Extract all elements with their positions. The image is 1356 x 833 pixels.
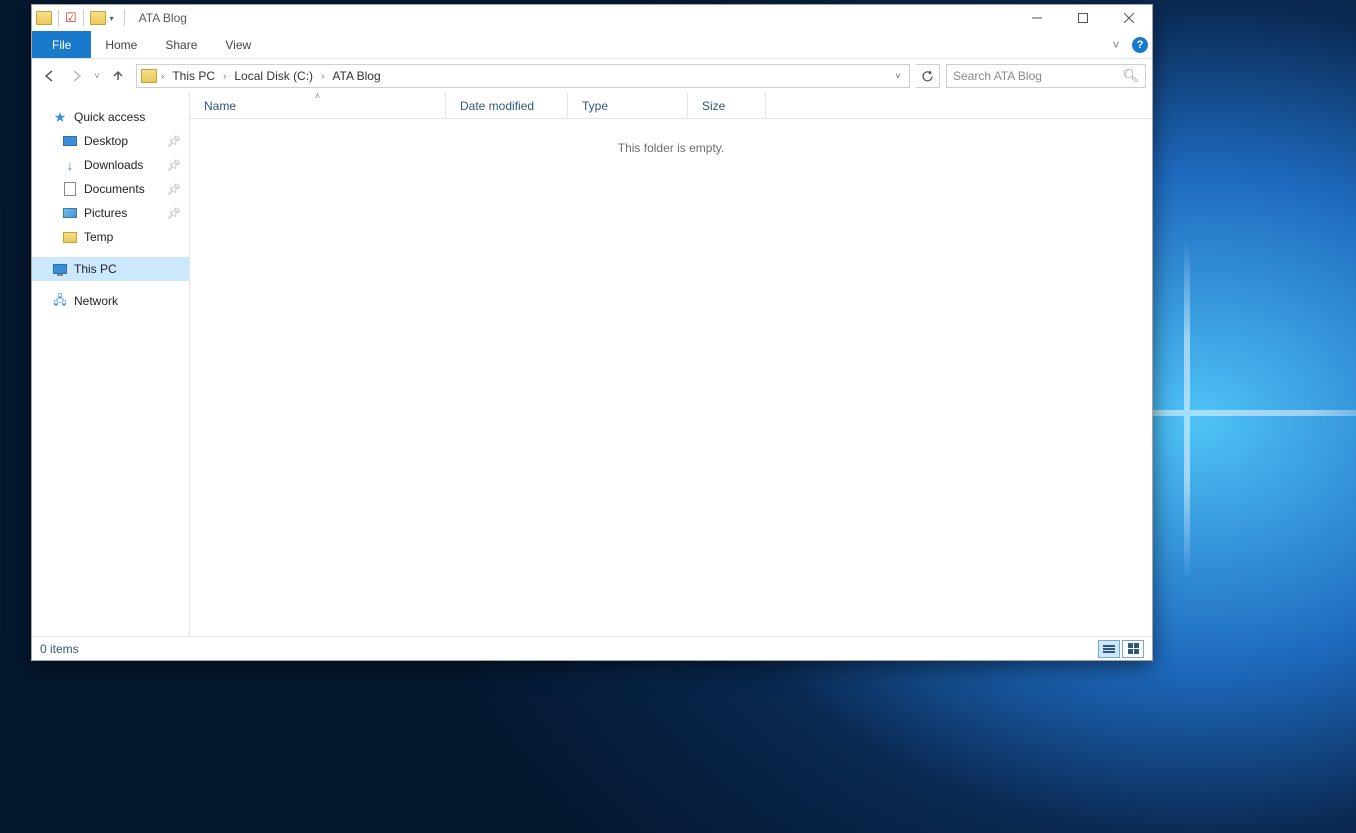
breadcrumb-this-pc[interactable]: This PC: [166, 65, 221, 87]
this-pc-icon: [52, 261, 68, 277]
desktop-icon: [62, 133, 78, 149]
column-label: Size: [702, 99, 725, 113]
view-thumbnails-button[interactable]: [1122, 640, 1144, 658]
separator: [124, 10, 125, 26]
file-explorer-window: ☑ ▾ ATA Blog File Home Share View ˅ ? ˅ …: [31, 4, 1153, 661]
folder-icon: [62, 229, 78, 245]
qat-dropdown-icon[interactable]: ▾: [110, 14, 114, 23]
status-bar: 0 items: [32, 636, 1152, 660]
ribbon-tab-home[interactable]: Home: [91, 31, 151, 58]
column-headers: Name ˄ Date modified Type Size: [190, 93, 1152, 119]
documents-icon: [62, 181, 78, 197]
window-title: ATA Blog: [139, 11, 187, 25]
column-label: Date modified: [460, 99, 534, 113]
nav-item-documents[interactable]: Documents 📌︎: [32, 177, 189, 201]
ribbon-tab-share[interactable]: Share: [151, 31, 211, 58]
maximize-button[interactable]: [1060, 5, 1106, 31]
content-area[interactable]: Name ˄ Date modified Type Size This fold…: [190, 93, 1152, 636]
properties-icon[interactable]: ☑: [65, 10, 77, 26]
nav-item-downloads[interactable]: ↓ Downloads 📌︎: [32, 153, 189, 177]
breadcrumb-current[interactable]: ATA Blog: [326, 65, 386, 87]
downloads-icon: ↓: [62, 157, 78, 173]
address-bar[interactable]: › This PC › Local Disk (C:) › ATA Blog ˅: [136, 64, 910, 88]
item-count: 0 items: [40, 642, 79, 656]
search-input[interactable]: [953, 69, 1122, 83]
forward-button[interactable]: [64, 64, 88, 88]
folder-icon: [141, 69, 157, 83]
help-button[interactable]: ?: [1128, 31, 1152, 58]
pin-icon: 📌︎: [167, 207, 181, 220]
column-label: Name: [204, 99, 236, 113]
nav-label: Downloads: [84, 158, 143, 172]
sort-ascending-icon: ˄: [315, 93, 320, 101]
up-button[interactable]: [106, 64, 130, 88]
network-icon: 🖧︎: [52, 293, 68, 309]
ribbon-tab-view[interactable]: View: [211, 31, 265, 58]
view-details-button[interactable]: [1098, 640, 1120, 658]
nav-label: Quick access: [74, 110, 145, 124]
details-view-icon: [1103, 645, 1115, 653]
folder-icon[interactable]: [90, 11, 106, 25]
nav-label: This PC: [74, 262, 117, 276]
pin-icon: 📌︎: [167, 135, 181, 148]
chevron-right-icon[interactable]: ›: [159, 71, 166, 82]
help-icon: ?: [1132, 37, 1148, 53]
separator: [83, 10, 84, 26]
folder-icon: [36, 11, 52, 25]
ribbon-expand-icon[interactable]: ˅: [1104, 31, 1128, 58]
nav-label: Documents: [84, 182, 145, 196]
minimize-button[interactable]: [1014, 5, 1060, 31]
nav-quick-access[interactable]: ★ Quick access: [32, 105, 189, 129]
nav-this-pc[interactable]: This PC: [32, 257, 189, 281]
back-button[interactable]: [38, 64, 62, 88]
separator: [58, 10, 59, 26]
nav-item-desktop[interactable]: Desktop 📌︎: [32, 129, 189, 153]
empty-folder-message: This folder is empty.: [190, 119, 1152, 636]
nav-item-temp[interactable]: Temp: [32, 225, 189, 249]
history-dropdown-icon[interactable]: ˅: [90, 71, 104, 81]
refresh-button[interactable]: [916, 64, 940, 88]
pictures-icon: [62, 205, 78, 221]
pin-icon: 📌︎: [167, 159, 181, 172]
ribbon: File Home Share View ˅ ?: [32, 31, 1152, 59]
column-label: Type: [582, 99, 608, 113]
nav-label: Network: [74, 294, 118, 308]
address-dropdown-icon[interactable]: ˅: [889, 71, 907, 81]
pin-icon: 📌︎: [167, 183, 181, 196]
nav-label: Pictures: [84, 206, 127, 220]
column-header-size[interactable]: Size: [688, 93, 766, 118]
ribbon-tab-file[interactable]: File: [32, 31, 91, 58]
search-box[interactable]: 🔍︎: [946, 64, 1146, 88]
chevron-right-icon[interactable]: ›: [221, 71, 228, 82]
chevron-right-icon[interactable]: ›: [319, 71, 326, 82]
quick-access-toolbar: ☑ ▾: [36, 10, 131, 26]
close-button[interactable]: [1106, 5, 1152, 31]
nav-label: Desktop: [84, 134, 128, 148]
navigation-row: ˅ › This PC › Local Disk (C:) › ATA Blog…: [32, 59, 1152, 93]
column-header-name[interactable]: Name ˄: [190, 93, 446, 118]
nav-item-pictures[interactable]: Pictures 📌︎: [32, 201, 189, 225]
breadcrumb-local-disk[interactable]: Local Disk (C:): [228, 65, 319, 87]
search-icon[interactable]: 🔍︎: [1122, 68, 1139, 84]
column-header-type[interactable]: Type: [568, 93, 688, 118]
window-controls: [1014, 5, 1152, 31]
quick-access-icon: ★: [52, 109, 68, 125]
nav-network[interactable]: 🖧︎ Network: [32, 289, 189, 313]
nav-label: Temp: [84, 230, 113, 244]
thumbnails-view-icon: [1128, 643, 1139, 654]
titlebar[interactable]: ☑ ▾ ATA Blog: [32, 5, 1152, 31]
navigation-pane[interactable]: ★ Quick access Desktop 📌︎ ↓ Downloads 📌︎…: [32, 93, 190, 636]
column-header-date[interactable]: Date modified: [446, 93, 568, 118]
